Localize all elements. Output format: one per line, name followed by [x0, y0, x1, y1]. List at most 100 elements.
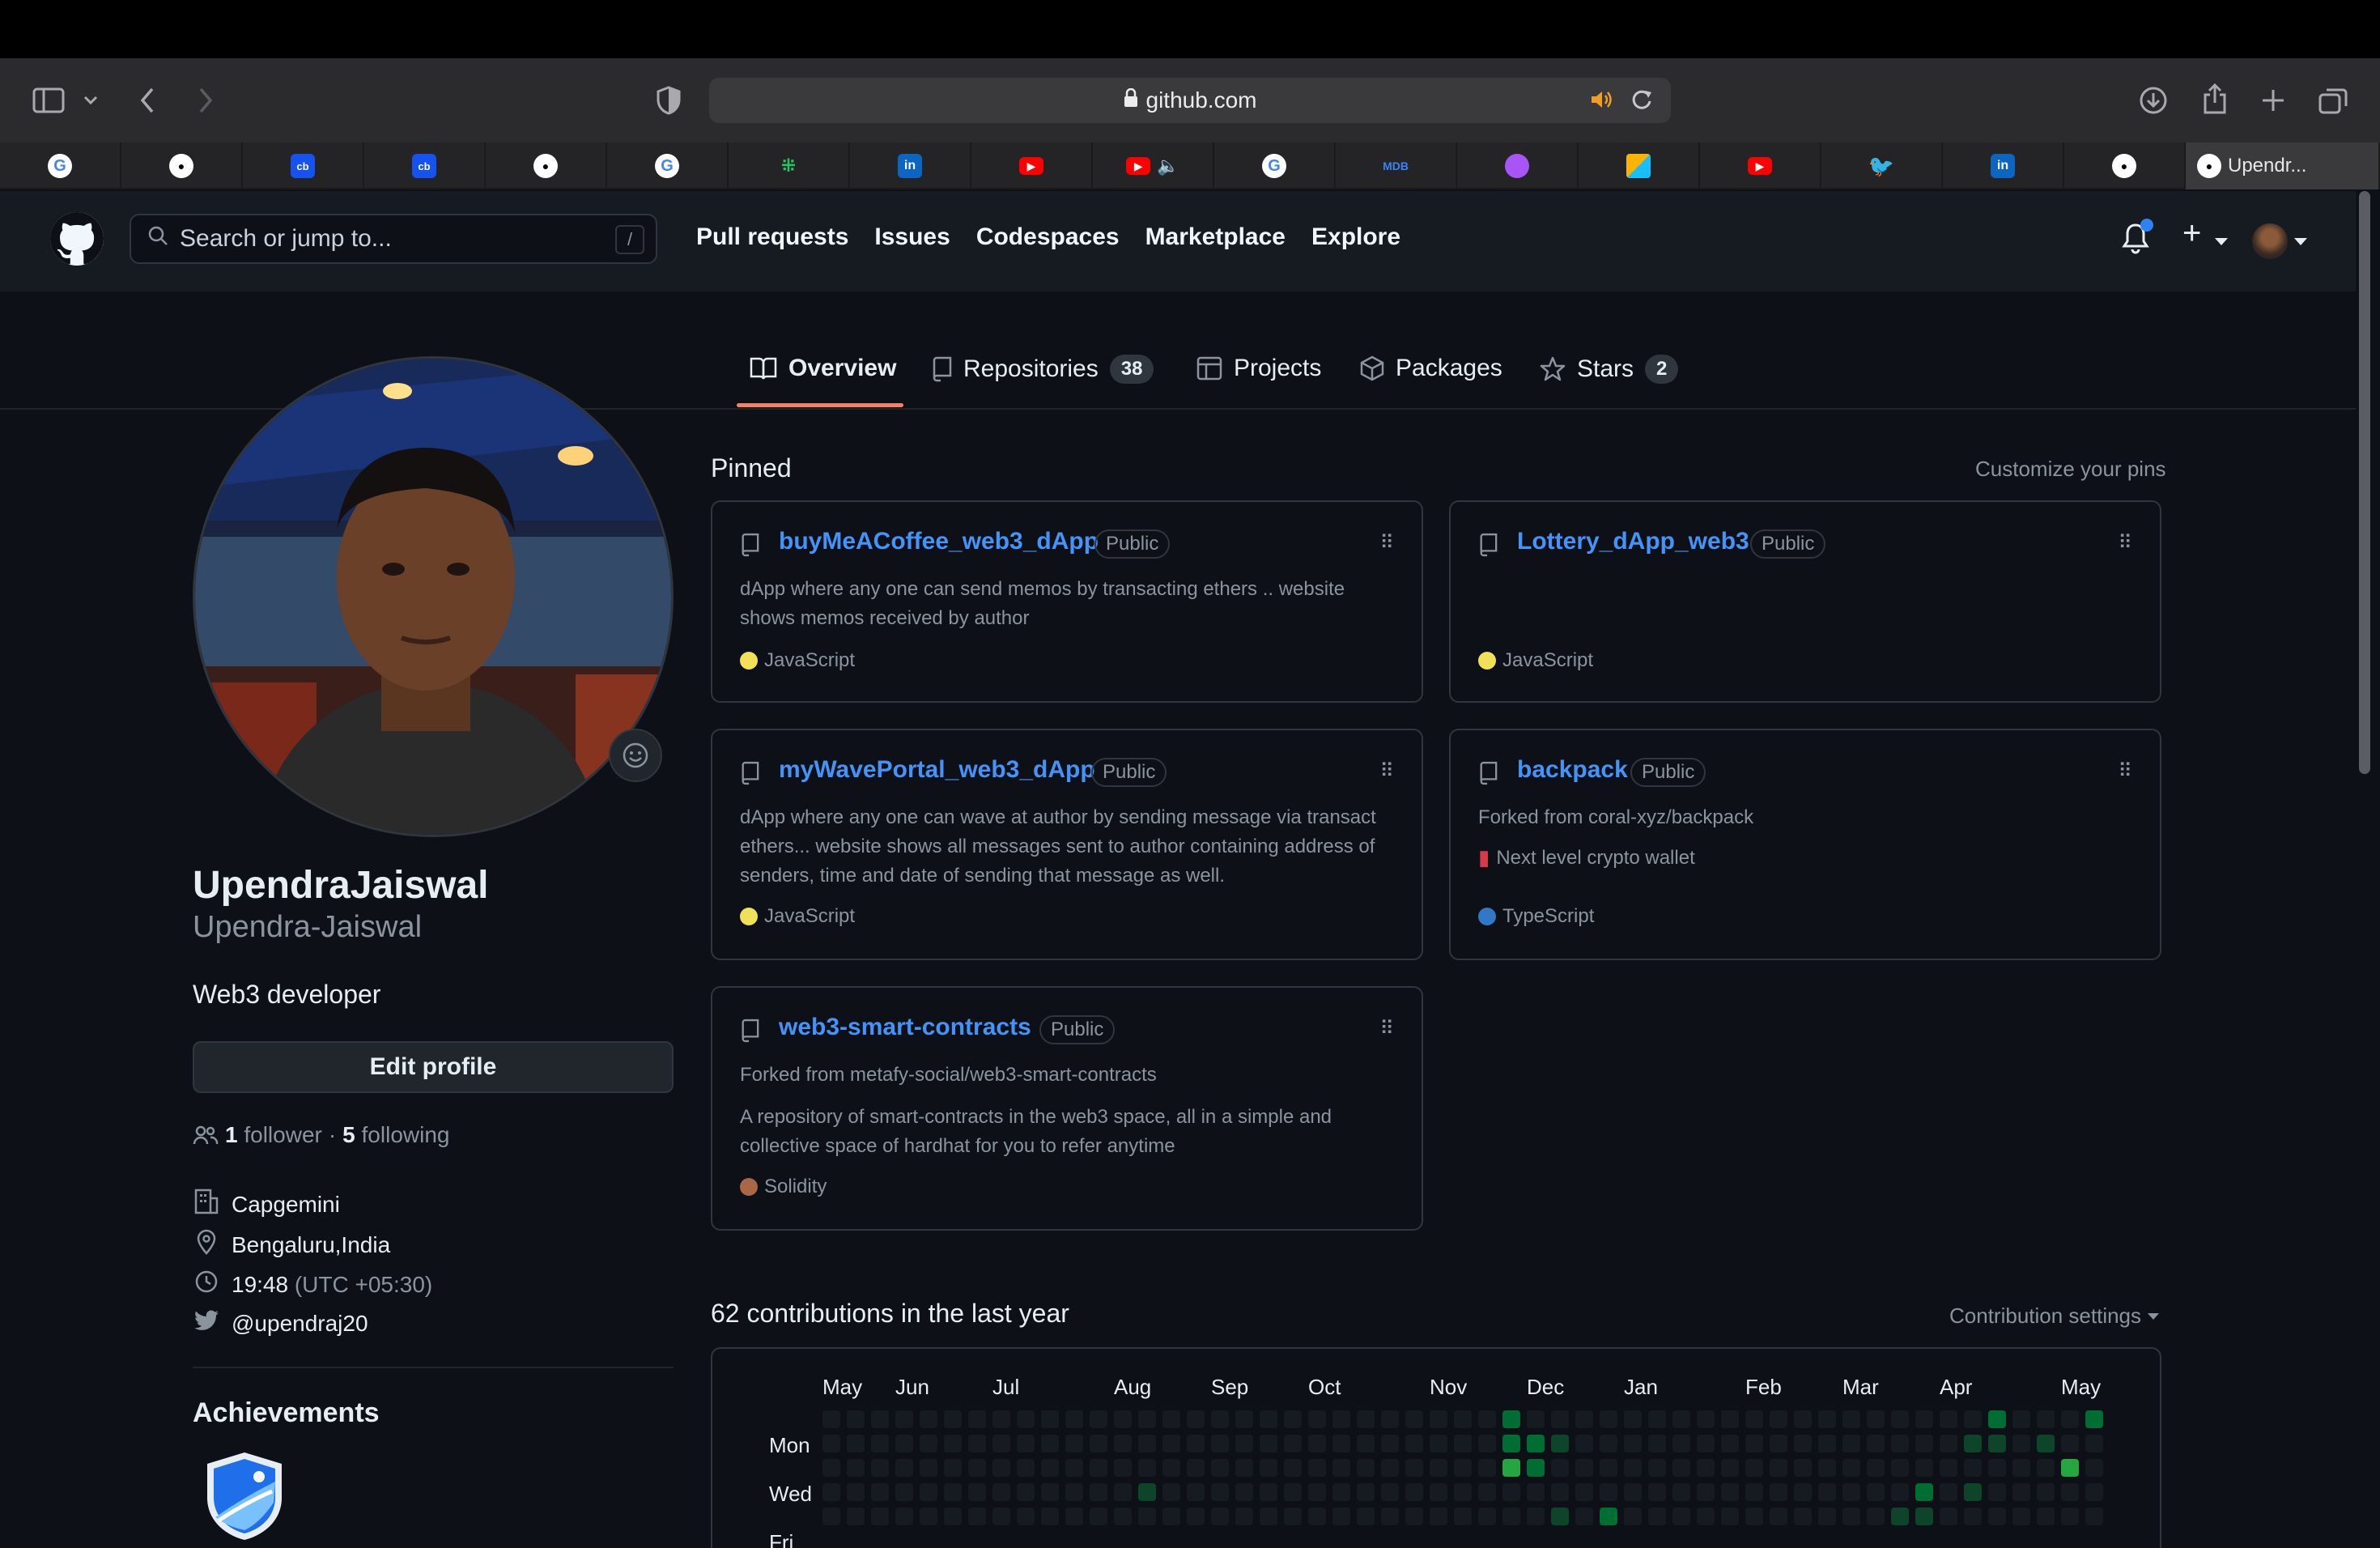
contribution-day-cell[interactable] — [968, 1435, 986, 1452]
contribution-day-cell[interactable] — [1964, 1483, 1982, 1501]
contribution-day-cell[interactable] — [992, 1483, 1010, 1501]
contribution-day-cell[interactable] — [968, 1483, 986, 1501]
contribution-day-cell[interactable] — [1260, 1508, 1277, 1525]
contribution-day-cell[interactable] — [2037, 1435, 2055, 1452]
contribution-day-cell[interactable] — [1600, 1483, 1617, 1501]
contribution-day-cell[interactable] — [1260, 1483, 1277, 1501]
contribution-day-cell[interactable] — [1721, 1508, 1739, 1525]
contribution-day-cell[interactable] — [1770, 1410, 1787, 1428]
following-link[interactable]: 5 following — [342, 1122, 449, 1148]
contribution-day-cell[interactable] — [1430, 1459, 1447, 1477]
share-icon[interactable] — [2199, 81, 2231, 117]
contribution-day-cell[interactable] — [1648, 1435, 1666, 1452]
contribution-day-cell[interactable] — [1405, 1459, 1423, 1477]
browser-tab[interactable]: ● — [121, 142, 243, 189]
contribution-day-cell[interactable] — [1672, 1483, 1690, 1501]
contribution-day-cell[interactable] — [1770, 1459, 1787, 1477]
scrollbar-thumb[interactable] — [2359, 191, 2370, 774]
drag-handle-icon[interactable]: ⠿ — [2118, 759, 2132, 783]
contribution-day-cell[interactable] — [2012, 1435, 2030, 1452]
contribution-day-cell[interactable] — [1090, 1483, 1107, 1501]
contribution-settings-dropdown[interactable]: Contribution settings — [1949, 1303, 2160, 1329]
contribution-day-cell[interactable] — [1697, 1435, 1715, 1452]
browser-tab[interactable]: G — [607, 142, 729, 189]
contribution-day-cell[interactable] — [2085, 1410, 2103, 1428]
contribution-day-cell[interactable] — [1624, 1410, 1642, 1428]
contribution-day-cell[interactable] — [1090, 1508, 1107, 1525]
browser-tab[interactable]: in — [850, 142, 971, 189]
contribution-day-cell[interactable] — [1017, 1410, 1035, 1428]
contribution-day-cell[interactable] — [1090, 1410, 1107, 1428]
contribution-day-cell[interactable] — [1187, 1483, 1205, 1501]
contribution-day-cell[interactable] — [1551, 1459, 1569, 1477]
repo-name-link[interactable]: myWavePortal_web3_dApp — [779, 756, 1095, 784]
contribution-day-cell[interactable] — [1551, 1483, 1569, 1501]
search-input[interactable]: Search or jump to... / — [130, 214, 657, 264]
contribution-day-cell[interactable] — [944, 1410, 962, 1428]
contribution-day-cell[interactable] — [1381, 1410, 1399, 1428]
contribution-day-cell[interactable] — [1381, 1508, 1399, 1525]
contribution-day-cell[interactable] — [1624, 1459, 1642, 1477]
contribution-day-cell[interactable] — [1114, 1508, 1132, 1525]
contribution-day-cell[interactable] — [1624, 1435, 1642, 1452]
contribution-day-cell[interactable] — [1648, 1508, 1666, 1525]
contribution-day-cell[interactable] — [1308, 1508, 1326, 1525]
contribution-day-cell[interactable] — [1357, 1483, 1375, 1501]
contribution-day-cell[interactable] — [1842, 1459, 1860, 1477]
contribution-day-cell[interactable] — [1940, 1508, 1957, 1525]
contribution-day-cell[interactable] — [1284, 1508, 1302, 1525]
contribution-day-cell[interactable] — [1211, 1410, 1229, 1428]
contribution-day-cell[interactable] — [1867, 1435, 1885, 1452]
contribution-day-cell[interactable] — [1332, 1459, 1350, 1477]
contribution-day-cell[interactable] — [1794, 1483, 1812, 1501]
contribution-day-cell[interactable] — [1770, 1508, 1787, 1525]
contribution-day-cell[interactable] — [1818, 1435, 1836, 1452]
contribution-day-cell[interactable] — [1405, 1410, 1423, 1428]
contribution-day-cell[interactable] — [871, 1459, 889, 1477]
contribution-day-cell[interactable] — [2012, 1459, 2030, 1477]
contribution-day-cell[interactable] — [1405, 1435, 1423, 1452]
contribution-day-cell[interactable] — [1624, 1508, 1642, 1525]
chevron-down-icon[interactable] — [2294, 238, 2307, 245]
privacy-shield-icon[interactable] — [654, 84, 683, 117]
contribution-day-cell[interactable] — [1672, 1508, 1690, 1525]
nav-codespaces[interactable]: Codespaces — [976, 223, 1120, 251]
contribution-day-cell[interactable] — [992, 1435, 1010, 1452]
contribution-day-cell[interactable] — [1527, 1459, 1545, 1477]
contribution-day-cell[interactable] — [1381, 1435, 1399, 1452]
contribution-day-cell[interactable] — [895, 1435, 913, 1452]
contribution-day-cell[interactable] — [1114, 1459, 1132, 1477]
contribution-day-cell[interactable] — [1988, 1483, 2006, 1501]
contribution-day-cell[interactable] — [1332, 1508, 1350, 1525]
contribution-day-cell[interactable] — [2037, 1508, 2055, 1525]
contribution-day-cell[interactable] — [2085, 1508, 2103, 1525]
contribution-day-cell[interactable] — [1502, 1410, 1520, 1428]
contribution-day-cell[interactable] — [1211, 1435, 1229, 1452]
contribution-day-cell[interactable] — [1551, 1508, 1569, 1525]
contribution-day-cell[interactable] — [822, 1410, 840, 1428]
contribution-day-cell[interactable] — [1794, 1435, 1812, 1452]
contribution-day-cell[interactable] — [1745, 1483, 1763, 1501]
contribution-day-cell[interactable] — [1770, 1483, 1787, 1501]
browser-tab[interactable]: G — [0, 142, 121, 189]
browser-tab[interactable]: G — [1214, 142, 1336, 189]
contribution-day-cell[interactable] — [1162, 1508, 1180, 1525]
contribution-day-cell[interactable] — [1308, 1459, 1326, 1477]
nav-issues[interactable]: Issues — [874, 223, 950, 251]
contribution-day-cell[interactable] — [1745, 1459, 1763, 1477]
contribution-day-cell[interactable] — [1235, 1459, 1253, 1477]
contribution-day-cell[interactable] — [1842, 1483, 1860, 1501]
contribution-day-cell[interactable] — [1162, 1435, 1180, 1452]
contribution-day-cell[interactable] — [1454, 1435, 1472, 1452]
contribution-day-cell[interactable] — [1454, 1459, 1472, 1477]
browser-tab[interactable]: cb — [364, 142, 486, 189]
contribution-day-cell[interactable] — [822, 1459, 840, 1477]
contribution-day-cell[interactable] — [1794, 1410, 1812, 1428]
contribution-day-cell[interactable] — [1332, 1483, 1350, 1501]
github-logo-icon[interactable] — [50, 212, 104, 266]
contribution-day-cell[interactable] — [1915, 1435, 1933, 1452]
browser-tab[interactable]: ▶ — [1700, 142, 1821, 189]
back-icon[interactable] — [133, 84, 162, 117]
contribution-day-cell[interactable] — [1235, 1483, 1253, 1501]
contribution-day-cell[interactable] — [1527, 1410, 1545, 1428]
